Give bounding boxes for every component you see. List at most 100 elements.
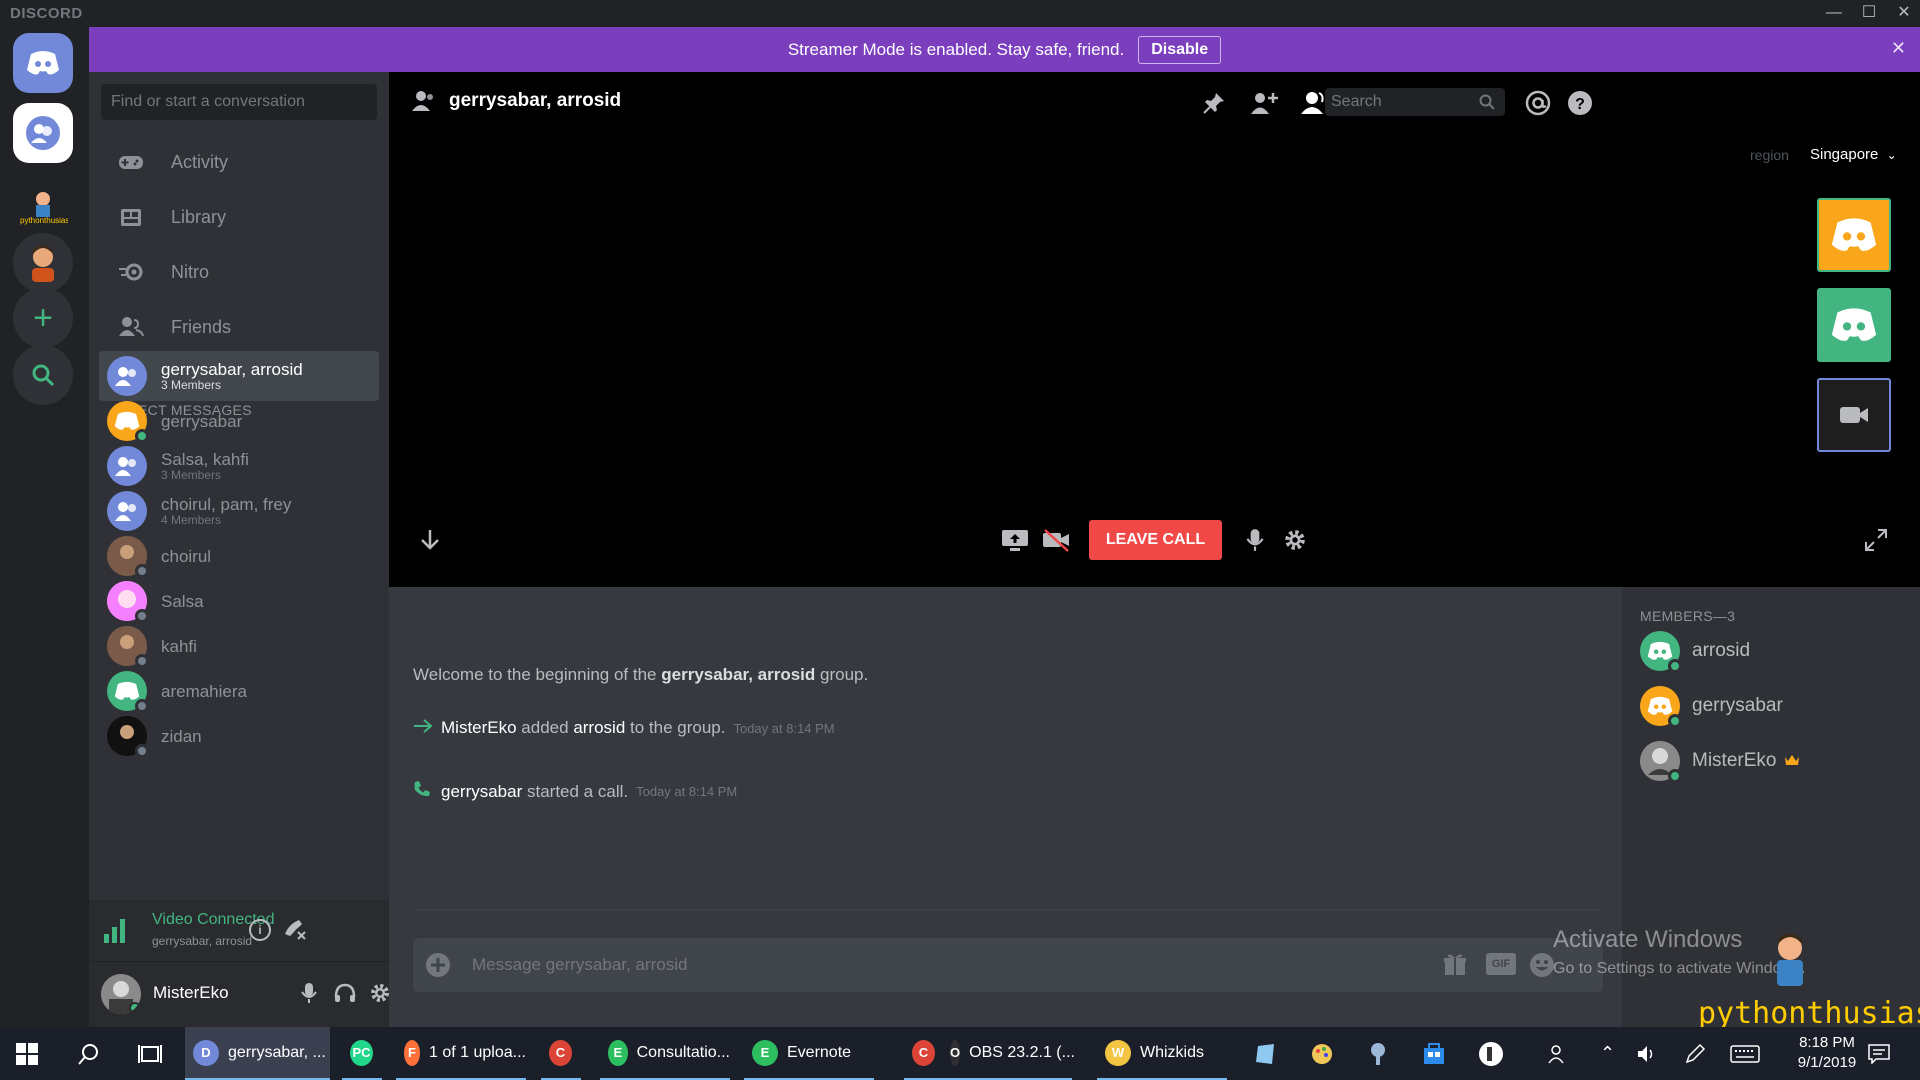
dm-item[interactable]: choirul, pam, frey 4 Members bbox=[99, 486, 379, 536]
mentions-icon[interactable] bbox=[1523, 88, 1553, 118]
show-hidden-icons-chevron-up-icon[interactable]: ⌃ bbox=[1600, 1027, 1615, 1080]
dm-name: Salsa bbox=[161, 591, 204, 611]
dm-member-count: 3 Members bbox=[161, 468, 222, 482]
member-name: gerrysabar bbox=[1692, 695, 1783, 716]
add-server-button[interactable]: + bbox=[13, 288, 73, 348]
participant-tile-arrosid[interactable] bbox=[1817, 288, 1891, 362]
group-dm-server[interactable] bbox=[13, 103, 73, 163]
action-center-icon[interactable] bbox=[1868, 1027, 1890, 1080]
leave-call-button[interactable]: LEAVE CALL bbox=[1089, 520, 1222, 560]
nav-activity[interactable]: Activity bbox=[99, 140, 379, 184]
avatar bbox=[1640, 686, 1682, 728]
crown-icon bbox=[1784, 750, 1800, 772]
dm-item[interactable]: Salsa, kahfi 3 Members bbox=[99, 441, 379, 491]
nav-friends[interactable]: Friends bbox=[99, 305, 379, 349]
microphone-icon[interactable] bbox=[301, 982, 317, 1009]
member-item[interactable]: MisterEko bbox=[1640, 736, 1800, 786]
video-off-icon[interactable] bbox=[1042, 528, 1070, 557]
taskbar-item[interactable]: C bbox=[904, 1027, 944, 1080]
help-icon[interactable]: ? bbox=[1565, 88, 1595, 118]
taskbar-item[interactable]: W Whizkids bbox=[1097, 1027, 1227, 1080]
taskbar-item[interactable]: F 1 of 1 uploa... bbox=[396, 1027, 526, 1080]
arrow-down-icon[interactable] bbox=[419, 528, 441, 555]
dm-item[interactable]: aremahiera bbox=[99, 666, 379, 716]
activate-windows-title: Activate Windows bbox=[1553, 926, 1743, 953]
search-input[interactable]: Search bbox=[1325, 88, 1505, 116]
dm-item[interactable]: choirul bbox=[99, 531, 379, 581]
avatar[interactable] bbox=[101, 974, 141, 1014]
people-icon[interactable] bbox=[1548, 1027, 1570, 1080]
app-taskbar-icon[interactable] bbox=[1478, 1027, 1504, 1080]
taskbar-search-button[interactable] bbox=[78, 1027, 100, 1080]
headphones-icon[interactable] bbox=[334, 983, 356, 1008]
notepad-taskbar-icon[interactable] bbox=[1254, 1027, 1278, 1080]
username: MisterEko bbox=[153, 983, 229, 1002]
maximize-button[interactable]: ☐ bbox=[1855, 2, 1883, 24]
close-icon[interactable]: ✕ bbox=[1891, 38, 1906, 59]
minimize-button[interactable]: — bbox=[1820, 2, 1848, 24]
person-avatar-icon bbox=[32, 245, 54, 282]
call-settings-gear-icon[interactable] bbox=[1283, 528, 1307, 557]
paint-taskbar-icon[interactable] bbox=[1310, 1027, 1334, 1080]
add-friend-icon[interactable] bbox=[1249, 88, 1279, 118]
close-button[interactable]: ✕ bbox=[1890, 2, 1918, 24]
disable-button[interactable]: Disable bbox=[1138, 35, 1222, 64]
message-target[interactable]: arrosid bbox=[573, 718, 625, 738]
app-icon: C bbox=[912, 1039, 935, 1066]
info-icon[interactable]: i bbox=[249, 919, 271, 941]
app-icon: C bbox=[549, 1039, 572, 1066]
start-button[interactable] bbox=[16, 1027, 38, 1080]
pen-icon[interactable] bbox=[1684, 1027, 1706, 1080]
participant-tile-gerrysabar[interactable] bbox=[1817, 198, 1891, 272]
snipping-taskbar-icon[interactable] bbox=[1366, 1027, 1390, 1080]
dm-item[interactable]: gerrysabar, arrosid 3 Members bbox=[99, 351, 379, 401]
taskbar-item[interactable]: E Consultatio... bbox=[600, 1027, 730, 1080]
message-input[interactable]: Message gerrysabar, arrosid GIF bbox=[413, 938, 1603, 992]
gif-icon[interactable]: GIF bbox=[1486, 953, 1516, 975]
avatar bbox=[107, 581, 149, 623]
keyboard-icon[interactable] bbox=[1730, 1027, 1760, 1080]
dm-item[interactable]: zidan bbox=[99, 711, 379, 761]
add-attachment-icon[interactable] bbox=[425, 952, 451, 983]
dm-name: choirul, pam, frey bbox=[161, 495, 292, 514]
settings-gear-icon[interactable] bbox=[369, 982, 391, 1009]
nav-library[interactable]: Library bbox=[99, 195, 379, 239]
taskbar-item[interactable]: C bbox=[541, 1027, 581, 1080]
region-select[interactable]: Singapore ⌄ bbox=[1810, 146, 1897, 163]
search-icon bbox=[1479, 94, 1495, 115]
find-conversation-input[interactable]: Find or start a conversation bbox=[101, 84, 377, 120]
member-item[interactable]: arrosid bbox=[1640, 626, 1750, 676]
svg-text:pythonthusiast: pythonthusiast bbox=[20, 216, 68, 225]
gift-icon[interactable] bbox=[1443, 952, 1467, 981]
message-actor[interactable]: MisterEko bbox=[441, 718, 517, 738]
fullscreen-icon[interactable] bbox=[1864, 528, 1888, 557]
emoji-icon[interactable] bbox=[1529, 952, 1555, 983]
dm-item[interactable]: Salsa bbox=[99, 576, 379, 626]
avatar-server[interactable] bbox=[13, 233, 73, 293]
taskbar-item[interactable]: E Evernote bbox=[744, 1027, 874, 1080]
group-icon bbox=[115, 502, 136, 521]
home-button[interactable] bbox=[13, 33, 73, 93]
dm-text: aremahiera bbox=[161, 682, 247, 701]
welcome-suffix: group. bbox=[815, 665, 869, 684]
nav-nitro[interactable]: Nitro bbox=[99, 250, 379, 294]
explore-servers-button[interactable] bbox=[13, 345, 73, 405]
group-icon bbox=[26, 116, 60, 150]
disconnect-call-icon[interactable] bbox=[281, 916, 307, 947]
member-item[interactable]: gerrysabar bbox=[1640, 681, 1783, 731]
message-actor[interactable]: gerrysabar bbox=[441, 782, 522, 802]
task-view-button[interactable] bbox=[138, 1027, 162, 1080]
store-taskbar-icon[interactable] bbox=[1422, 1027, 1446, 1080]
dm-item[interactable]: gerrysabar bbox=[99, 396, 379, 446]
screen-share-icon[interactable] bbox=[1001, 528, 1029, 557]
dm-item[interactable]: kahfi bbox=[99, 621, 379, 671]
taskbar-item[interactable]: O OBS 23.2.1 (... bbox=[942, 1027, 1075, 1080]
pin-icon[interactable] bbox=[1199, 88, 1229, 118]
volume-icon[interactable] bbox=[1636, 1027, 1658, 1080]
taskbar-item[interactable]: Dgerrysabar, ... bbox=[185, 1027, 330, 1080]
clock[interactable]: 8:18 PM 9/1/2019 bbox=[1782, 1033, 1872, 1073]
taskbar-item[interactable]: PC bbox=[342, 1027, 382, 1080]
participant-tile-self-video[interactable] bbox=[1817, 378, 1891, 452]
pythonthusiast-server[interactable]: pythonthusiast bbox=[13, 177, 73, 237]
microphone-icon[interactable] bbox=[1246, 528, 1264, 557]
